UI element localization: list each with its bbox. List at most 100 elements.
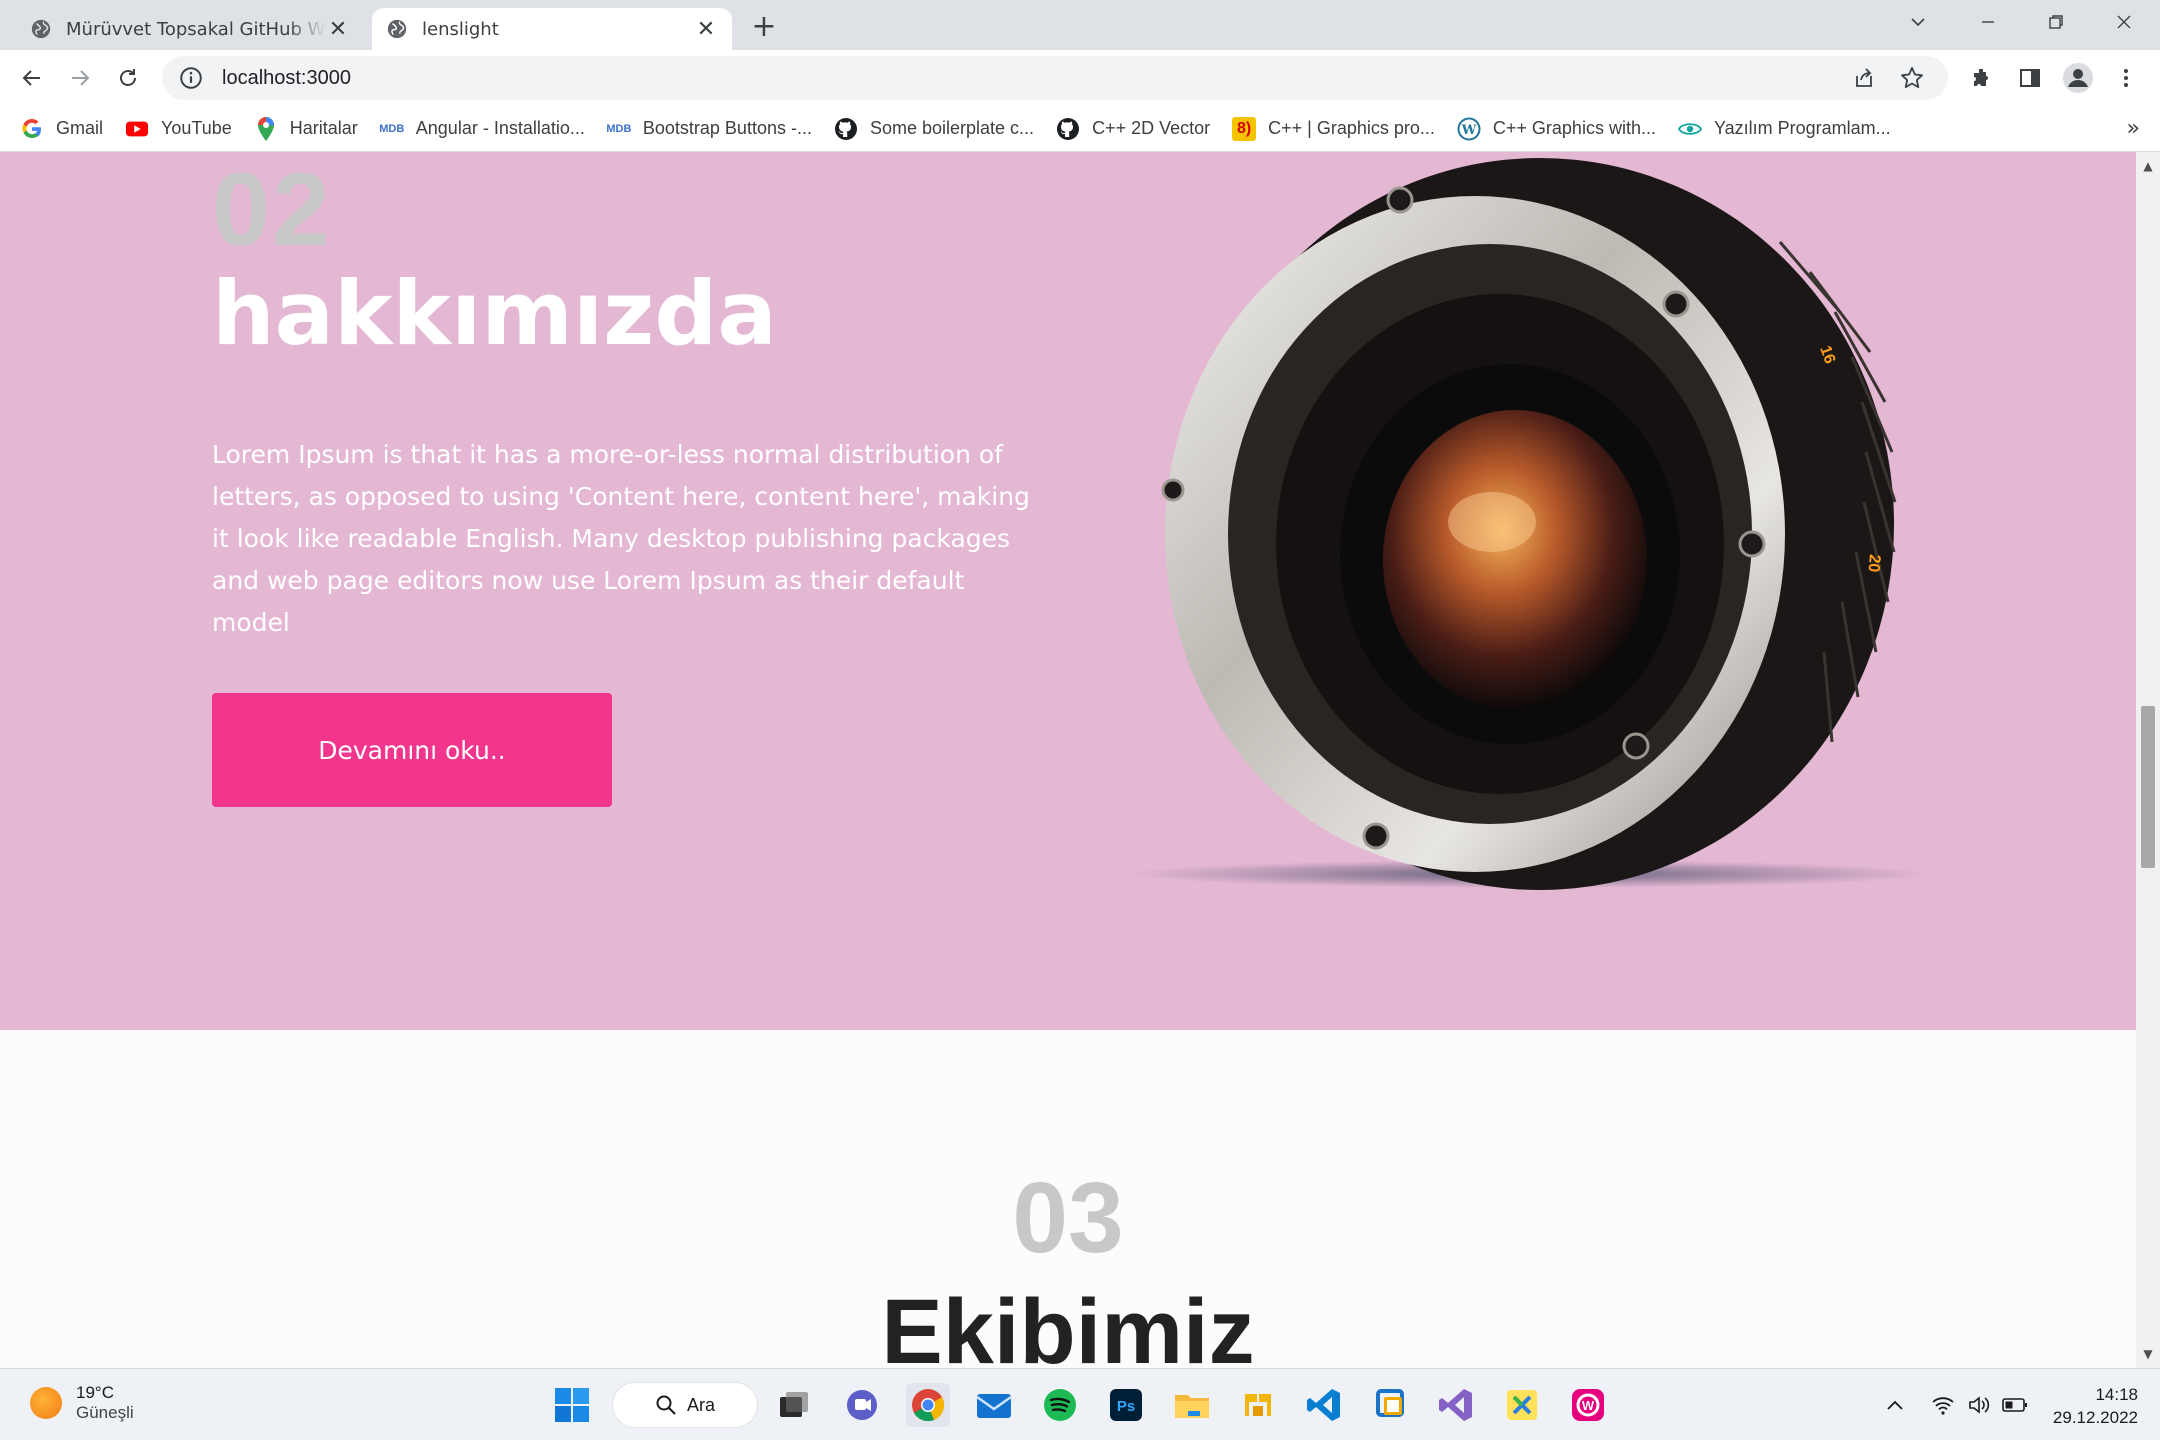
close-window-button[interactable] — [2104, 4, 2144, 40]
tray-chevron-up-icon[interactable] — [1882, 1393, 1908, 1417]
teams-chat-icon[interactable] — [840, 1383, 884, 1427]
youtube-icon — [125, 117, 149, 141]
svg-text:W: W — [1582, 1398, 1595, 1413]
about-heading: hakkımızda — [212, 262, 777, 365]
minimize-button[interactable] — [1968, 4, 2008, 40]
extensions-icon[interactable] — [1966, 62, 1998, 94]
bookmark-cpp-graphics-with[interactable]: W C++ Graphics with... — [1457, 117, 1656, 141]
tab-title: Mürüvvet Topsakal GitHub Website — [66, 18, 326, 40]
camera-lens-image: 16 20 — [1130, 158, 1930, 890]
github-icon — [834, 117, 858, 141]
xampp-icon[interactable] — [1500, 1383, 1544, 1427]
spotify-icon[interactable] — [1038, 1383, 1082, 1427]
page-scrollbar[interactable]: ▲ ▼ — [2136, 152, 2160, 1368]
share-icon[interactable] — [1850, 64, 1878, 92]
forward-button[interactable] — [62, 60, 98, 96]
volume-icon[interactable] — [1966, 1393, 1992, 1417]
svg-text:20: 20 — [1864, 554, 1882, 573]
tab-title: lenslight — [422, 18, 499, 40]
side-panel-icon[interactable] — [2014, 62, 2046, 94]
bookmark-boilerplate[interactable]: Some boilerplate c... — [834, 117, 1034, 141]
mdb-icon: MDB — [379, 122, 405, 135]
scroll-up-arrow-icon[interactable]: ▲ — [2142, 160, 2154, 172]
site-info-icon[interactable] — [178, 65, 204, 91]
tab-strip: Mürüvvet Topsakal GitHub Website ✕ lensl… — [0, 0, 2160, 50]
weather-description: Güneşli — [76, 1403, 134, 1422]
visual-studio-icon[interactable] — [1434, 1383, 1478, 1427]
bookmark-label: C++ Graphics with... — [1492, 118, 1656, 138]
battery-icon[interactable] — [2002, 1393, 2028, 1417]
about-section: 02 hakkımızda Lorem Ipsum is that it has… — [0, 152, 2136, 1030]
bookmark-haritalar[interactable]: Haritalar — [254, 116, 358, 141]
github-icon — [1056, 117, 1080, 141]
tab-lenslight[interactable]: lenslight ✕ — [372, 8, 732, 50]
team-heading: Ekibimiz — [881, 1281, 1255, 1368]
scroll-down-arrow-icon[interactable]: ▼ — [2142, 1348, 2154, 1360]
restore-button[interactable] — [2036, 4, 2076, 40]
photoshop-icon[interactable]: Ps — [1104, 1383, 1148, 1427]
reload-button[interactable] — [110, 60, 146, 96]
file-explorer-icon[interactable] — [1170, 1383, 1214, 1427]
bookmark-cpp-2d-vector[interactable]: C++ 2D Vector — [1056, 117, 1210, 141]
bookmark-label: Yazılım Programlam... — [1713, 118, 1891, 138]
dev-tool-icon[interactable] — [1236, 1383, 1280, 1427]
start-button[interactable] — [550, 1383, 594, 1427]
sun-icon — [30, 1387, 62, 1419]
menu-dots-icon[interactable] — [2110, 62, 2142, 94]
mail-icon[interactable] — [972, 1383, 1016, 1427]
reload-icon — [120, 69, 136, 86]
bookmark-yazilim[interactable]: Yazılım Programlam... — [1677, 117, 1891, 141]
taskbar-search[interactable]: Ara — [612, 1382, 758, 1428]
arrow-left-icon — [22, 70, 40, 86]
weather-widget[interactable]: 19°C Güneşli — [30, 1383, 134, 1423]
search-icon — [656, 1395, 676, 1415]
bookmark-label: YouTube — [161, 118, 232, 138]
virtualbox-icon[interactable] — [1368, 1383, 1412, 1427]
windows-logo-icon — [555, 1388, 589, 1422]
bookmark-youtube[interactable]: YouTube — [125, 117, 232, 141]
wordpress-icon: W — [1457, 117, 1481, 141]
bookmark-bootstrap[interactable]: MDB Bootstrap Buttons -... — [606, 117, 812, 141]
close-tab-icon[interactable]: ✕ — [694, 17, 718, 42]
eye-icon — [1677, 117, 1702, 141]
search-label: Ara — [686, 1394, 715, 1415]
google-icon — [20, 117, 44, 141]
back-button[interactable] — [14, 60, 50, 96]
chrome-taskbar-icon[interactable] — [906, 1383, 950, 1427]
new-tab-button[interactable]: + — [748, 9, 780, 44]
bookmark-label: Some boilerplate c... — [869, 118, 1035, 138]
bookmark-label: C++ 2D Vector — [1092, 118, 1211, 138]
weather-temperature: 19°C — [76, 1383, 114, 1402]
url-text[interactable]: localhost:3000 — [222, 67, 351, 90]
windows-taskbar: 19°C Güneşli Ara Ps W 14:18 29.12.2022 — [0, 1368, 2160, 1440]
more-bookmarks-icon[interactable]: » — [2127, 116, 2140, 141]
wamp-icon[interactable]: W — [1566, 1383, 1610, 1427]
bookmark-star-icon[interactable] — [1898, 64, 1926, 92]
clock-date: 29.12.2022 — [2052, 1408, 2138, 1427]
bookmark-label: Bootstrap Buttons -... — [642, 118, 812, 138]
bookmark-label: Angular - Installatio... — [415, 118, 585, 138]
bookmarks-bar: Gmail YouTube Haritalar MDB Angular - In… — [0, 106, 2160, 152]
profile-avatar-icon[interactable] — [2062, 62, 2094, 94]
bookmark-cpp-graphics-pro[interactable]: 8) C++ | Graphics pro... — [1232, 116, 1435, 141]
system-clock[interactable]: 14:18 29.12.2022 — [2053, 1383, 2138, 1429]
globe-icon — [31, 19, 51, 39]
tab-github-website[interactable]: Mürüvvet Topsakal GitHub Website ✕ — [16, 8, 364, 50]
close-tab-icon[interactable]: ✕ — [326, 17, 350, 42]
address-bar[interactable]: localhost:3000 — [162, 56, 1948, 100]
tab-search-icon[interactable] — [1898, 4, 1938, 40]
vscode-icon[interactable] — [1302, 1383, 1346, 1427]
read-more-button[interactable]: Devamını oku.. — [212, 693, 612, 807]
task-view-icon[interactable] — [772, 1383, 816, 1427]
maps-pin-icon — [254, 116, 278, 141]
wifi-icon[interactable] — [1930, 1393, 1956, 1417]
browser-toolbar: localhost:3000 — [0, 50, 2160, 106]
clock-time: 14:18 — [2095, 1385, 2138, 1404]
bookmark-gmail[interactable]: Gmail — [20, 117, 103, 141]
arrow-right-icon — [72, 70, 90, 86]
scrollbar-thumb[interactable] — [2141, 706, 2155, 868]
bookmark-angular[interactable]: MDB Angular - Installatio... — [379, 117, 585, 141]
globe-icon — [387, 19, 407, 39]
page-viewport: 02 hakkımızda Lorem Ipsum is that it has… — [0, 152, 2136, 1368]
bookmark-label: Haritalar — [289, 118, 358, 138]
